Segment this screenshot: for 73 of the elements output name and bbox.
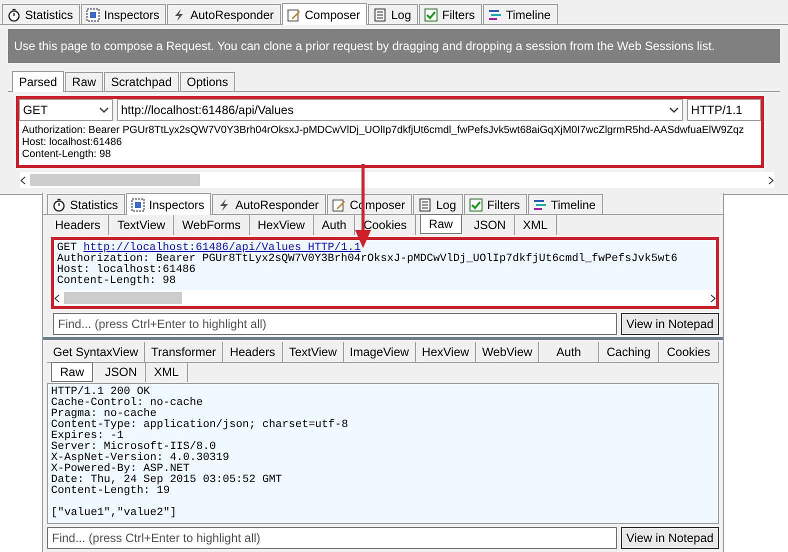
- find-field[interactable]: Find... (press Ctrl+Enter to highlight all): [53, 313, 617, 335]
- tab[interactable]: Statistics: [47, 194, 126, 214]
- checkbox-icon: [424, 8, 438, 22]
- tab[interactable]: Timeline: [528, 194, 603, 214]
- headers-text[interactable]: Authorization: Bearer PGUr8TtLyx2sQW7V0Y3Brh04rOksxJ-pMDCwVlDj_UOlIp7dkfjUt6cmdl_fwPefsJvk5wt68aiGqXjM0I7wcZlgrmR5hd-AASdwfuaElW9Zqz Host: localhost:61486 Content-Length: 98: [19, 121, 761, 165]
- tab[interactable]: Log: [368, 4, 418, 24]
- tab-label: Statistics: [25, 8, 74, 22]
- scroll-right-icon[interactable]: [710, 294, 716, 302]
- tab[interactable]: AutoResponder: [212, 194, 326, 214]
- scroll-left-icon[interactable]: [54, 294, 60, 302]
- scroll-left-icon[interactable]: [20, 176, 26, 184]
- find-field[interactable]: Find... (press Ctrl+Enter to highlight all): [47, 527, 617, 549]
- tab[interactable]: Options: [180, 72, 236, 91]
- tab-label: Inspectors: [149, 198, 204, 212]
- tab[interactable]: Headers: [47, 215, 110, 235]
- tab[interactable]: XML: [514, 215, 557, 235]
- inspect-icon: [131, 198, 146, 212]
- view-in-notepad-button[interactable]: View in Notepad: [621, 313, 719, 335]
- tab-label: Inspectors: [104, 8, 160, 22]
- scroll-right-icon[interactable]: [768, 176, 774, 184]
- tab[interactable]: XML: [146, 362, 188, 382]
- tab-label: Filters: [442, 8, 475, 22]
- compose-icon: [286, 8, 301, 22]
- tab[interactable]: Log: [413, 194, 464, 214]
- tab-label: AutoResponder: [190, 8, 274, 22]
- horizontal-scrollbar[interactable]: [54, 290, 716, 306]
- tab[interactable]: HexView: [250, 215, 314, 235]
- tab[interactable]: JSON: [97, 362, 146, 382]
- tab[interactable]: Raw: [65, 72, 104, 91]
- url-field[interactable]: http://localhost:61486/api/Values: [117, 99, 683, 121]
- timeline-icon: [488, 8, 502, 22]
- document-icon: [418, 198, 432, 212]
- tab-label: Log: [436, 198, 456, 212]
- tab[interactable]: Auth: [314, 215, 356, 235]
- tab[interactable]: Raw: [51, 362, 94, 382]
- tab[interactable]: Raw: [420, 214, 462, 234]
- document-icon: [373, 8, 388, 22]
- tab[interactable]: WebForms: [174, 215, 250, 235]
- tab[interactable]: Scratchpad: [104, 72, 179, 91]
- tab[interactable]: Parsed: [12, 71, 64, 92]
- tab-label: Timeline: [506, 8, 551, 22]
- tab-label: Log: [391, 8, 412, 22]
- chevron-down-icon: [99, 107, 109, 113]
- tab-label: Filters: [487, 198, 520, 212]
- tab[interactable]: Timeline: [482, 4, 558, 24]
- raw-request-text: GET http://localhost:61486/api/Values HTTP/1.1 Authorization: Bearer PGUr8TtLyx2sQW7V0Y3Brh04rOksxJ-pMDCwVlDj_UOlIp7dkfjUt6cmdl_fwPefsJvk5wt6 Host: localhost:61486 Content-Length: 98: [54, 240, 716, 290]
- raw-response-text: HTTP/1.1 200 OK Cache-Control: no-cache Pragma: no-cache Content-Type: application/json; charset=utf-8 Expires: -1 Server: Microsoft-IIS/8.0 X-AspNet-Version: 4.0.30319 X-Powered-By: ASP.NET Date: Thu, 24 Sep 2015 03:05:52 GMT Content-Length: 19 ["value1","value2"]: [47, 383, 719, 524]
- tab[interactable]: Inspectors: [81, 4, 166, 24]
- stopwatch-icon: [52, 198, 66, 212]
- tab[interactable]: Inspectors: [126, 193, 212, 215]
- tab[interactable]: Filters: [419, 4, 482, 24]
- version-select[interactable]: HTTP/1.1: [687, 99, 761, 121]
- tab[interactable]: AutoResponder: [167, 4, 281, 24]
- notice-banner: Use this page to compose a Request. You can clone a prior request by dragging and dropping a session from the Web Sessions list.: [8, 29, 780, 63]
- method-select[interactable]: GET: [19, 99, 113, 121]
- timeline-icon: [532, 198, 547, 212]
- tab[interactable]: JSON: [466, 215, 515, 235]
- request-link[interactable]: http://localhost:61486/api/Values HTTP/1.1: [83, 242, 361, 254]
- tab-label: Timeline: [550, 198, 596, 212]
- tab[interactable]: TextView: [109, 215, 174, 235]
- tab-label: AutoResponder: [235, 198, 319, 212]
- tab[interactable]: Composer: [282, 3, 368, 25]
- tab-label: Composer: [304, 8, 360, 22]
- horizontal-scrollbar[interactable]: [20, 172, 774, 188]
- tab[interactable]: Statistics: [2, 4, 80, 24]
- tab-label: Statistics: [70, 198, 118, 212]
- checkbox-icon: [469, 198, 484, 212]
- compose-icon: [332, 198, 346, 212]
- chevron-down-icon: [669, 107, 679, 113]
- view-in-notepad-button[interactable]: View in Notepad: [621, 527, 719, 549]
- stopwatch-icon: [7, 8, 21, 22]
- tab[interactable]: Filters: [464, 194, 527, 214]
- inspect-icon: [86, 8, 100, 22]
